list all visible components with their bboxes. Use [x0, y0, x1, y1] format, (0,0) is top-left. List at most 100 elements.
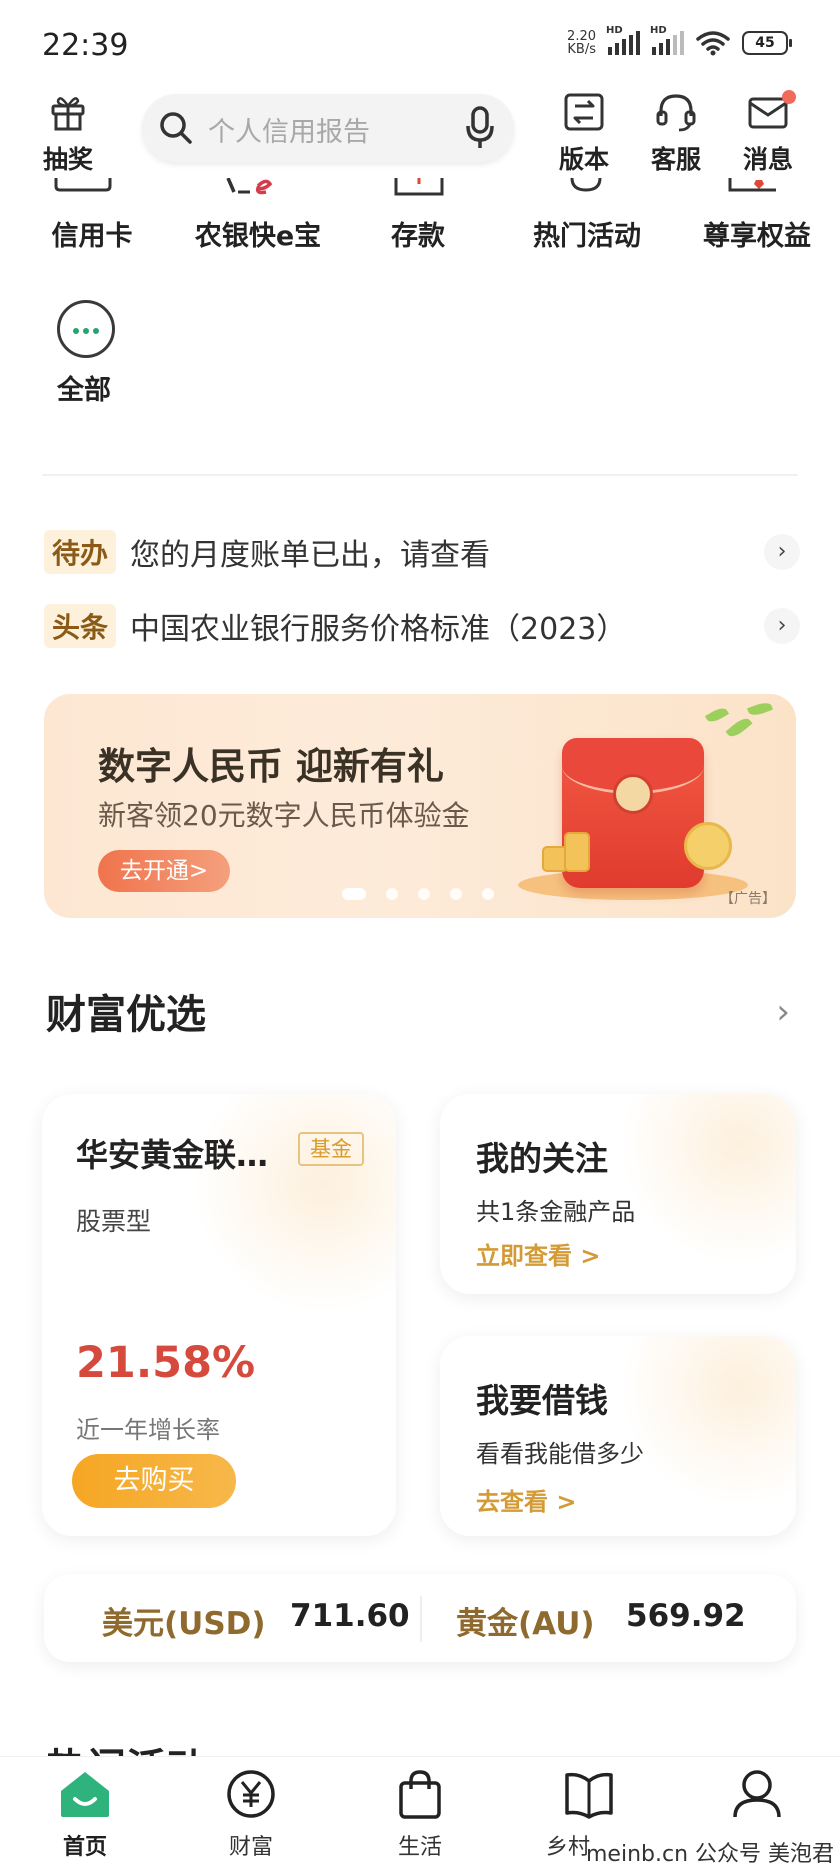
- section-title-wealth: 财富优选: [46, 992, 206, 1038]
- message-label: 消息: [742, 145, 793, 174]
- card-glow: [620, 1336, 796, 1506]
- notice-tag: 头条: [44, 604, 117, 648]
- divider: [42, 474, 798, 476]
- status-time: 22:39: [42, 28, 129, 63]
- menu-label: 尊享权益: [703, 221, 811, 252]
- check-link[interactable]: 去查看 >: [476, 1482, 576, 1517]
- tab-wealth[interactable]: 财富: [196, 1769, 306, 1861]
- lottery-label: 抽奖: [42, 145, 93, 174]
- network-speed: 2.20 KB/s: [567, 30, 596, 56]
- signal-icon-2: HD: [650, 25, 684, 55]
- chevron-right-icon[interactable]: ›: [776, 992, 790, 1032]
- lottery-button[interactable]: 抽奖: [28, 92, 108, 176]
- coin-stack-icon: [564, 832, 590, 872]
- credit-card-icon: [54, 178, 112, 200]
- more-dots-icon: [57, 300, 115, 358]
- leaf-decoration: [747, 700, 773, 718]
- unread-badge: [782, 90, 796, 104]
- version-button[interactable]: 版本: [544, 92, 624, 176]
- customer-service-button[interactable]: 客服: [636, 92, 716, 176]
- banner-pagination: [342, 888, 494, 900]
- all-label: 全部: [57, 375, 111, 406]
- tab-label: 生活: [397, 1835, 442, 1860]
- notice-text: 您的月度账单已出，请查看: [130, 538, 491, 573]
- vip-benefits-icon: [726, 178, 780, 200]
- version-label: 版本: [558, 145, 609, 174]
- card-glow: [192, 1094, 396, 1314]
- banner-open-button[interactable]: 去开通>: [98, 850, 230, 892]
- leaf-decoration: [704, 705, 730, 725]
- user-icon: [733, 1770, 781, 1818]
- fund-return-rate: 21.58%: [76, 1338, 256, 1388]
- menu-label: 存款: [391, 221, 445, 252]
- menu-item-vip-benefits[interactable]: 尊享权益: [692, 214, 822, 253]
- tab-home[interactable]: 首页: [30, 1769, 140, 1861]
- view-now-link[interactable]: 立即查看 >: [476, 1236, 600, 1271]
- borrow-card[interactable]: 我要借钱 看看我能借多少 去查看 >: [440, 1336, 796, 1536]
- fund-return-label: 近一年增长率: [76, 1416, 220, 1444]
- home-icon: [61, 1772, 109, 1817]
- fund-card[interactable]: 华安黄金联… 基金 股票型 21.58% 近一年增长率 去购买: [42, 1094, 396, 1536]
- book-icon: [565, 1772, 613, 1819]
- watchlist-card[interactable]: 我的关注 共1条金融产品 立即查看 >: [440, 1094, 796, 1294]
- rate-separator: [420, 1596, 422, 1642]
- battery-icon: 45: [742, 31, 792, 55]
- signal-icon: HD: [606, 25, 640, 55]
- menu-item-credit-card[interactable]: 信用卡: [42, 214, 142, 253]
- tab-label: 财富: [228, 1835, 273, 1860]
- chevron-right-icon: ›: [764, 608, 800, 644]
- fund-type-badge: 基金: [298, 1132, 364, 1166]
- wifi-icon: [696, 31, 730, 56]
- usd-label: 美元(USD): [102, 1606, 266, 1642]
- promo-banner[interactable]: 数字人民币 迎新有礼 新客领20元数字人民币体验金 去开通> 【广告】: [44, 694, 796, 918]
- shopping-bag-icon: [399, 1770, 441, 1819]
- search-icon: [160, 112, 192, 144]
- top-header: 抽奖 个人信用报告 版本 客服 消息: [0, 88, 840, 178]
- tab-life[interactable]: 生活: [365, 1769, 475, 1861]
- watchlist-title: 我的关注: [476, 1139, 608, 1178]
- watermark-text: meinb.cn 公众号 美泡君: [586, 1842, 835, 1867]
- gold-coin-icon: [684, 822, 732, 870]
- fund-category: 股票型: [76, 1207, 152, 1236]
- microphone-icon[interactable]: [464, 106, 496, 150]
- menu-item-deposit[interactable]: 存款: [368, 214, 468, 253]
- banner-title: 数字人民币 迎新有礼: [98, 745, 444, 788]
- buy-button[interactable]: 去购买: [72, 1454, 236, 1508]
- status-bar: 22:39 2.20 KB/s HD HD 45: [0, 0, 840, 92]
- search-bar[interactable]: 个人信用报告: [142, 94, 514, 162]
- notice-text: 中国农业银行服务价格标准（2023）: [130, 612, 627, 647]
- borrow-title: 我要借钱: [476, 1381, 608, 1420]
- chevron-right-icon: ›: [764, 534, 800, 570]
- notice-headline[interactable]: 头条 中国农业银行服务价格标准（2023） ›: [44, 602, 800, 650]
- notice-tag: 待办: [44, 530, 117, 574]
- version-switch-icon: [564, 93, 604, 131]
- usd-value: 711.60: [290, 1598, 410, 1634]
- yuan-icon: [227, 1770, 275, 1818]
- menu-item-kuai-e-bao[interactable]: 农银快e宝: [186, 214, 330, 253]
- menu-item-all[interactable]: 全部: [54, 300, 118, 407]
- net-speed-unit: KB/s: [567, 42, 596, 57]
- search-placeholder: 个人信用报告: [208, 117, 370, 148]
- hd-badge-2: HD: [650, 25, 667, 36]
- ad-label: 【广告】: [720, 891, 776, 907]
- fund-name: 华安黄金联…: [76, 1136, 269, 1174]
- menu-label: 热门活动: [533, 221, 641, 252]
- tab-label: 首页: [62, 1835, 107, 1860]
- gold-label: 黄金(AU): [456, 1606, 595, 1642]
- headset-icon: [656, 94, 696, 132]
- deposit-icon: [394, 178, 444, 200]
- exchange-rates-bar[interactable]: 美元(USD) 711.60 黄金(AU) 569.92: [44, 1574, 796, 1662]
- watchlist-subtitle: 共1条金融产品: [476, 1198, 636, 1226]
- hot-activity-icon: [566, 177, 606, 200]
- banner-subtitle: 新客领20元数字人民币体验金: [98, 799, 470, 832]
- menu-label: 农银快e宝: [194, 221, 322, 252]
- menu-item-hot-activity[interactable]: 热门活动: [522, 214, 652, 253]
- borrow-subtitle: 看看我能借多少: [476, 1440, 644, 1468]
- messages-button[interactable]: 消息: [728, 90, 808, 176]
- notice-todo[interactable]: 待办 您的月度账单已出，请查看 ›: [44, 528, 800, 576]
- quick-menu-row: 信用卡 农银快e宝 存款 热门活动 尊享权益: [0, 177, 840, 253]
- hd-badge: HD: [606, 25, 623, 36]
- leaf-decoration: [725, 714, 753, 741]
- card-glow: [620, 1094, 796, 1264]
- tab-mine[interactable]: [702, 1769, 812, 1823]
